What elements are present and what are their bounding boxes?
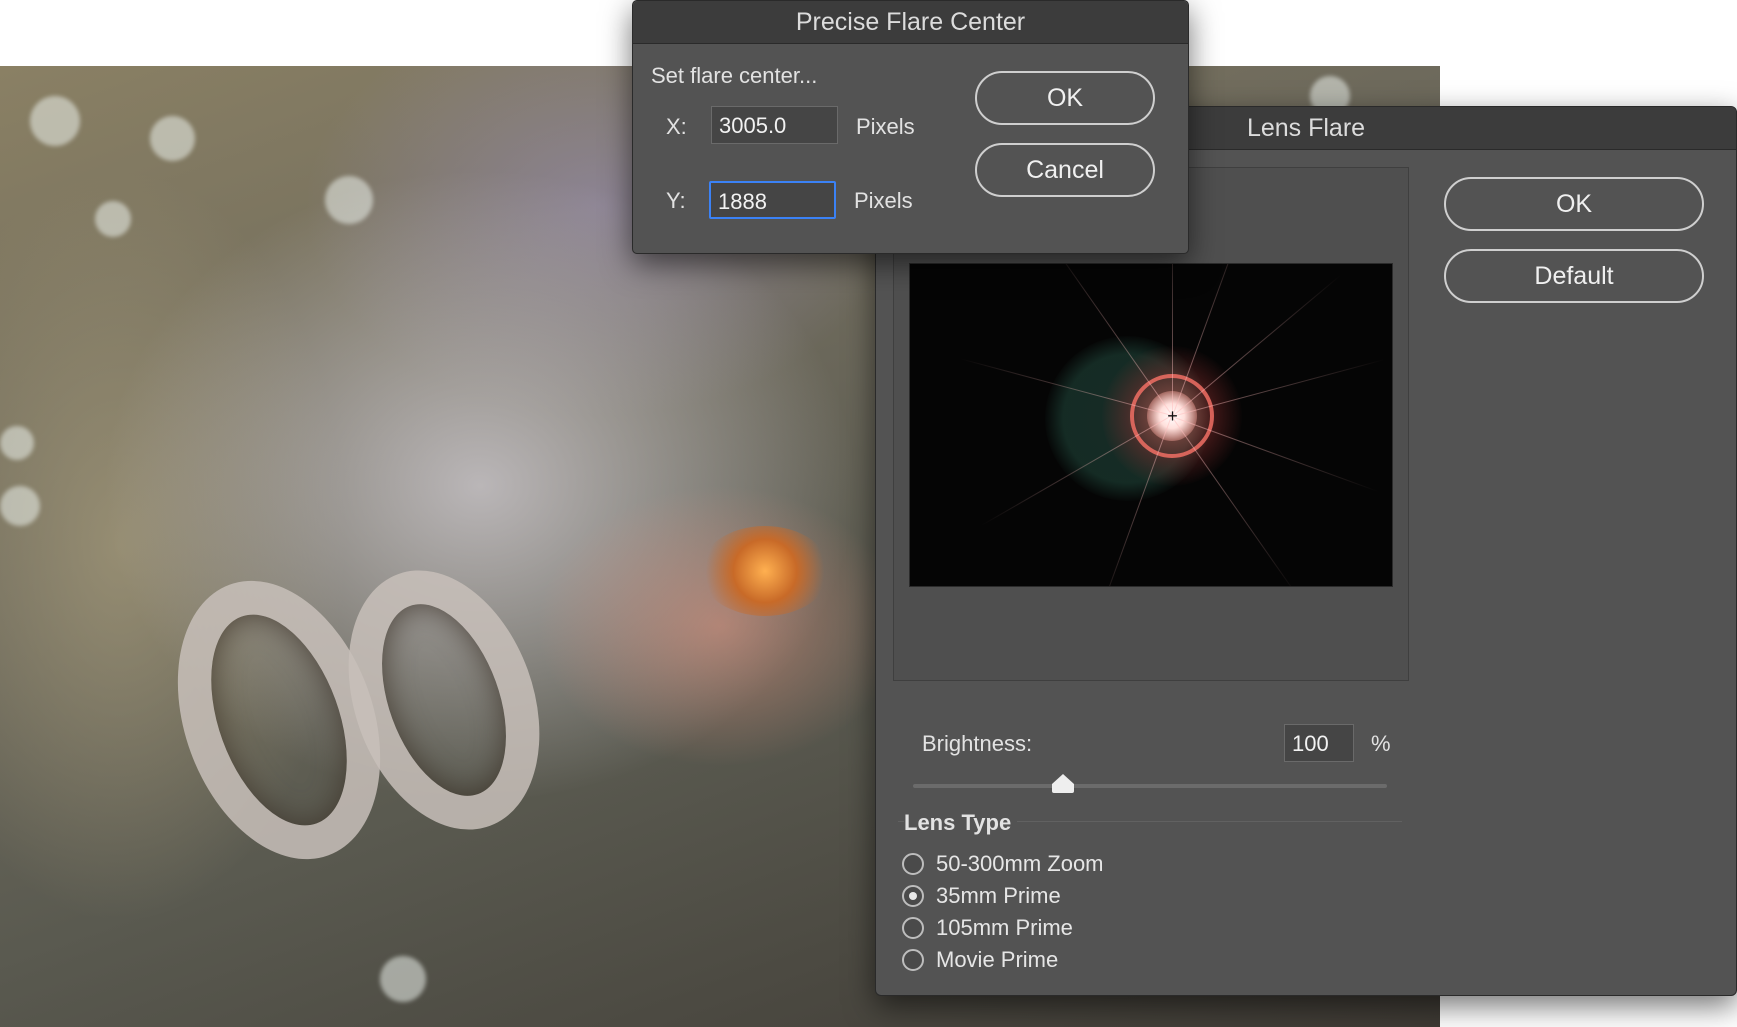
brightness-slider-track[interactable]: [913, 784, 1387, 788]
bokeh-light: [30, 96, 80, 146]
lens-type-option-label: 50-300mm Zoom: [936, 851, 1104, 876]
x-coordinate-input[interactable]: 3005.0: [711, 106, 838, 144]
precise-flare-center-title: Precise Flare Center: [633, 1, 1188, 44]
brightness-slider-thumb[interactable]: [1052, 774, 1074, 784]
lens-type-option-label: 35mm Prime: [936, 883, 1061, 908]
flare-center-ok-button[interactable]: OK: [975, 71, 1155, 125]
y-coordinate-input[interactable]: 1888: [709, 181, 836, 219]
x-label: X:: [666, 114, 687, 139]
brightness-label: Brightness:: [922, 731, 1033, 756]
set-flare-center-prompt: Set flare center...: [651, 63, 818, 88]
radio-button-selected[interactable]: [902, 885, 924, 907]
x-unit-label: Pixels: [856, 114, 915, 139]
brightness-input[interactable]: 100: [1284, 724, 1354, 762]
flare-center-crosshair-icon[interactable]: +: [1165, 407, 1180, 425]
lens-flare-default-button[interactable]: Default: [1444, 249, 1704, 303]
bokeh-light: [0, 486, 40, 526]
brightness-unit: %: [1371, 731, 1391, 756]
lens-flare-ok-button[interactable]: OK: [1444, 177, 1704, 231]
y-label: Y:: [666, 188, 686, 213]
flare-center-cancel-button[interactable]: Cancel: [975, 143, 1155, 197]
flare-ray: [1172, 264, 1173, 416]
y-unit-label: Pixels: [854, 188, 913, 213]
brightness-slider-thumb-base[interactable]: [1052, 784, 1074, 793]
lens-type-label: Lens Type: [904, 810, 1018, 836]
lens-type-group: Lens Type 50-300mm Zoom 35mm Prime 105mm…: [898, 810, 1402, 972]
precise-flare-center-dialog: Precise Flare Center Set flare center...…: [632, 0, 1189, 254]
flare-preview[interactable]: +: [909, 263, 1393, 587]
radio-button[interactable]: [902, 917, 924, 939]
bokeh-light: [0, 426, 34, 460]
bokeh-light: [325, 176, 373, 224]
bokeh-light: [150, 116, 195, 161]
bokeh-light: [380, 956, 426, 1002]
bokeh-light: [95, 201, 131, 237]
radio-button[interactable]: [902, 853, 924, 875]
lens-type-option-label: 105mm Prime: [936, 915, 1073, 940]
lens-type-option-label: Movie Prime: [936, 947, 1059, 972]
radio-button[interactable]: [902, 949, 924, 971]
mask-eye-glow: [700, 526, 830, 616]
